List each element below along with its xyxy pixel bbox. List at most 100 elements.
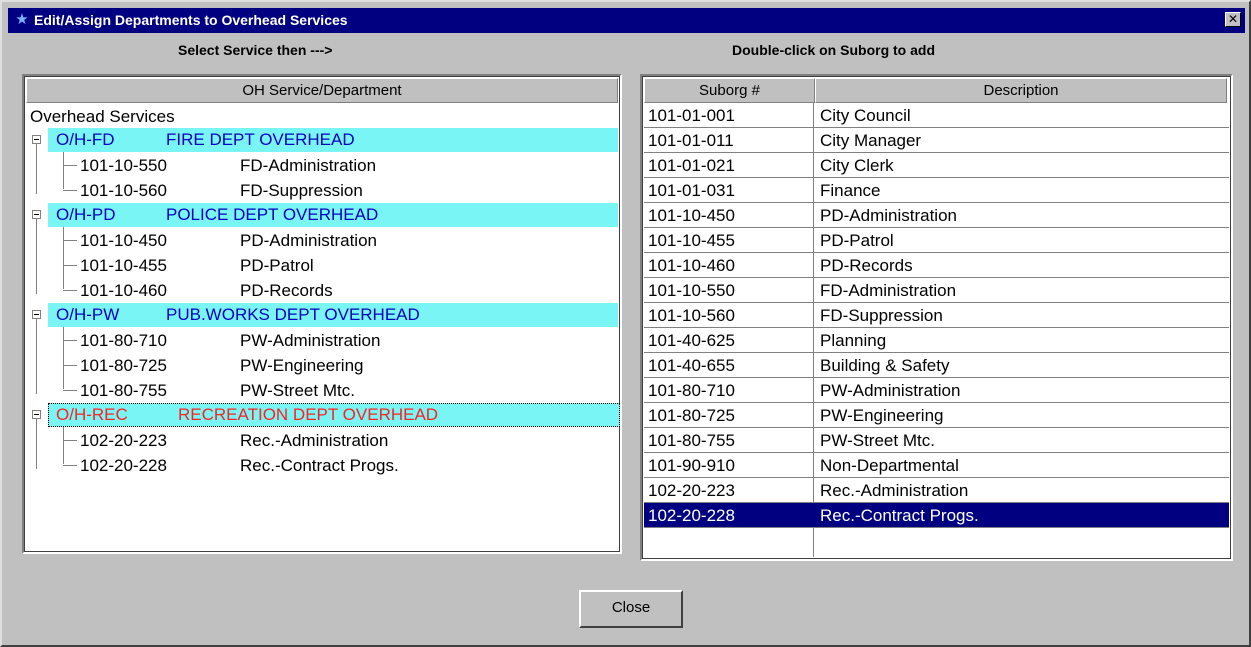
description-cell: City Council xyxy=(820,106,911,125)
tree-group-row[interactable]: O/H-PW PUB.WORKS DEPT OVERHEAD xyxy=(48,303,618,327)
oh-service-header[interactable]: OH Service/Department xyxy=(26,78,618,103)
tree-group-code: O/H-PW xyxy=(56,305,120,324)
tree-group-row[interactable]: O/H-PD POLICE DEPT OVERHEAD xyxy=(48,203,618,227)
table-row[interactable]: 101-10-460 PD-Records xyxy=(644,253,1229,278)
tree-child-row[interactable]: 102-20-228 Rec.-Contract Progs. xyxy=(80,453,600,478)
suborg-cell: 101-10-450 xyxy=(648,206,735,225)
description-cell: Planning xyxy=(820,331,887,350)
tree-line xyxy=(63,340,77,341)
tree-line xyxy=(63,152,64,189)
minus-box-icon[interactable] xyxy=(32,310,41,319)
tree-child-row[interactable]: 101-10-455 PD-Patrol xyxy=(80,253,600,278)
tree-child-row[interactable]: 101-80-755 PW-Street Mtc. xyxy=(80,378,600,403)
tree-child-row[interactable]: 101-10-450 PD-Administration xyxy=(80,228,600,253)
suborg-cell: 101-80-710 xyxy=(648,381,735,400)
suborg-cell: 101-01-021 xyxy=(648,156,735,175)
suborg-cell: 102-20-228 xyxy=(648,506,735,525)
suborg-cell: 101-10-460 xyxy=(648,256,735,275)
tree-group-row[interactable]: O/H-FD FIRE DEPT OVERHEAD xyxy=(48,128,618,152)
tree-line xyxy=(36,419,37,469)
tree-child-row[interactable]: 101-10-460 PD-Records xyxy=(80,278,600,303)
description-cell: Building & Safety xyxy=(820,356,950,375)
table-row[interactable]: 101-80-755 PW-Street Mtc. xyxy=(644,428,1229,453)
tree-child-suborg: 101-10-460 xyxy=(80,281,167,300)
tree-group-row[interactable]: O/H-REC RECREATION DEPT OVERHEAD xyxy=(48,403,620,427)
tree-line xyxy=(63,240,77,241)
table-row[interactable]: 101-80-710 PW-Administration xyxy=(644,378,1229,403)
tree-child-row[interactable]: 101-10-550 FD-Administration xyxy=(80,153,600,178)
tree-child-suborg: 102-20-223 xyxy=(80,431,167,450)
description-cell: PD-Records xyxy=(820,256,913,275)
table-row[interactable]: 101-10-455 PD-Patrol xyxy=(644,228,1229,253)
tree-child-description: PD-Patrol xyxy=(240,256,314,275)
suborg-cell: 101-40-625 xyxy=(648,331,735,350)
dialog-window: ★ Edit/Assign Departments to Overhead Se… xyxy=(0,0,1251,647)
table-row[interactable]: 102-20-223 Rec.-Administration xyxy=(644,478,1229,503)
tree-group-code: O/H-REC xyxy=(56,405,128,424)
table-row[interactable]: 101-01-031 Finance xyxy=(644,178,1229,203)
suborg-cell: 101-80-755 xyxy=(648,431,735,450)
description-cell: Finance xyxy=(820,181,881,200)
tree-line xyxy=(63,165,77,166)
close-button[interactable]: Close xyxy=(579,590,683,628)
description-column-header[interactable]: Description xyxy=(815,78,1227,103)
suborg-cell: 102-20-223 xyxy=(648,481,735,500)
close-icon[interactable]: ✕ xyxy=(1225,12,1241,27)
description-cell: PD-Administration xyxy=(820,206,957,225)
table-row[interactable]: 101-10-450 PD-Administration xyxy=(644,203,1229,228)
tree-line xyxy=(63,227,64,289)
right-caption: Double-click on Suborg to add xyxy=(732,42,935,58)
tree-line xyxy=(63,465,77,466)
tree-child-suborg: 101-80-755 xyxy=(80,381,167,400)
description-cell: Non-Departmental xyxy=(820,456,959,475)
tree-line xyxy=(36,219,37,294)
table-row[interactable]: 101-01-011 City Manager xyxy=(644,128,1229,153)
table-row[interactable]: 101-40-625 Planning xyxy=(644,328,1229,353)
tree-child-description: PD-Administration xyxy=(240,231,377,250)
minus-box-icon[interactable] xyxy=(32,410,41,419)
tree-group-name: PUB.WORKS DEPT OVERHEAD xyxy=(166,305,420,324)
tree-child-row[interactable]: 101-10-560 FD-Suppression xyxy=(80,178,600,203)
suborg-cell: 101-10-550 xyxy=(648,281,735,300)
table-row[interactable]: 101-80-725 PW-Engineering xyxy=(644,403,1229,428)
minus-box-icon[interactable] xyxy=(32,135,41,144)
title-bar[interactable]: ★ Edit/Assign Departments to Overhead Se… xyxy=(8,8,1245,33)
tree-child-row[interactable]: 101-80-710 PW-Administration xyxy=(80,328,600,353)
table-row[interactable]: 101-90-910 Non-Departmental xyxy=(644,453,1229,478)
tree-child-suborg: 101-10-450 xyxy=(80,231,167,250)
description-cell: PW-Engineering xyxy=(820,406,944,425)
tree-line xyxy=(36,144,37,194)
tree-line xyxy=(63,190,77,191)
tree-line xyxy=(63,390,77,391)
table-row[interactable]: 101-01-001 City Council xyxy=(644,103,1229,128)
table-row[interactable]: 101-10-560 FD-Suppression xyxy=(644,303,1229,328)
tree-child-suborg: 101-80-710 xyxy=(80,331,167,350)
description-cell: City Clerk xyxy=(820,156,894,175)
service-tree: Overhead Services O/H-FD FIRE DEPT OVERHE… xyxy=(24,103,620,548)
suborg-column-header[interactable]: Suborg # xyxy=(644,78,815,103)
minus-box-icon[interactable] xyxy=(32,210,41,219)
left-caption: Select Service then ---> xyxy=(178,42,333,58)
table-row[interactable]: 101-40-655 Building & Safety xyxy=(644,353,1229,378)
table-row[interactable]: 102-20-228 Rec.-Contract Progs. xyxy=(644,503,1229,528)
service-tree-panel[interactable]: OH Service/Department Overhead Services … xyxy=(22,74,622,554)
tree-child-description: PW-Street Mtc. xyxy=(240,381,355,400)
tree-child-description: FD-Suppression xyxy=(240,181,363,200)
tree-child-row[interactable]: 102-20-223 Rec.-Administration xyxy=(80,428,600,453)
suborg-cell: 101-01-011 xyxy=(648,131,734,150)
tree-child-row[interactable]: 101-80-725 PW-Engineering xyxy=(80,353,600,378)
tree-group-code: O/H-PD xyxy=(56,205,116,224)
table-row[interactable]: 101-01-021 City Clerk xyxy=(644,153,1229,178)
suborg-cell: 101-10-455 xyxy=(648,231,735,250)
tree-line xyxy=(63,290,77,291)
tree-root-label[interactable]: Overhead Services xyxy=(30,104,175,129)
window-title: Edit/Assign Departments to Overhead Serv… xyxy=(34,12,348,28)
tree-child-description: PW-Administration xyxy=(240,331,381,350)
table-row[interactable]: 101-10-550 FD-Administration xyxy=(644,278,1229,303)
star-icon: ★ xyxy=(15,11,29,28)
suborg-grid-panel[interactable]: Suborg # Description 101-01-001 City Coun… xyxy=(640,74,1233,561)
tree-line xyxy=(63,440,77,441)
description-cell: City Manager xyxy=(820,131,922,150)
tree-group-name: POLICE DEPT OVERHEAD xyxy=(166,205,379,224)
tree-group-code: O/H-FD xyxy=(56,130,115,149)
